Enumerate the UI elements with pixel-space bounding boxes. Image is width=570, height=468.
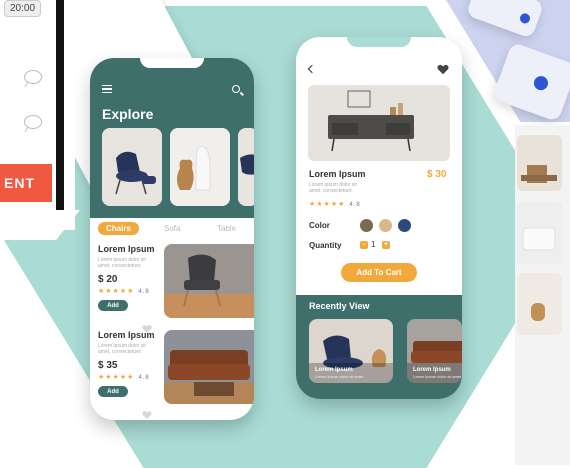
chat-bubble-icon bbox=[24, 70, 42, 84]
showcase-canvas: 20:00 ENT Explore Chairs Sofa Table Lore… bbox=[0, 0, 570, 468]
recent-item-desc: Lorem ipsum dolor sit amet bbox=[413, 374, 462, 379]
add-button[interactable]: Add bbox=[98, 300, 128, 311]
chat-bubble-icon bbox=[24, 115, 42, 129]
stars-text: ★★★★★ bbox=[98, 288, 135, 295]
color-swatch-brown[interactable] bbox=[360, 219, 373, 232]
color-swatch-tan[interactable] bbox=[379, 219, 392, 232]
recent-item[interactable]: Lorem Ipsum Lorem ipsum dolor sit amet bbox=[407, 319, 462, 383]
color-swatch-navy[interactable] bbox=[398, 219, 411, 232]
detail-phone: Lorem Ipsum $ 30 Lorem ipsum dolor sit a… bbox=[296, 37, 462, 399]
recent-item-name: Lorem Ipsum bbox=[413, 367, 451, 373]
time-label: 20:00 bbox=[4, 0, 42, 17]
color-label: Color bbox=[309, 221, 330, 230]
search-icon[interactable] bbox=[232, 85, 240, 93]
menu-icon[interactable] bbox=[102, 85, 112, 93]
recent-item-name: Lorem Ipsum bbox=[315, 367, 353, 373]
stars-text: ★★★★★ bbox=[98, 374, 135, 381]
quantity-minus-button[interactable]: - bbox=[360, 241, 368, 249]
tab-sofa[interactable]: Sofa bbox=[164, 224, 180, 233]
quantity-label: Quantity bbox=[309, 241, 342, 250]
partial-banner: ENT bbox=[0, 164, 52, 202]
tab-chairs[interactable]: Chairs bbox=[98, 222, 139, 235]
quantity-plus-button[interactable]: + bbox=[382, 241, 390, 249]
product-price: $ 30 bbox=[427, 169, 447, 180]
page-title: Explore bbox=[102, 106, 154, 122]
side-thumbnail bbox=[517, 202, 562, 264]
explore-phone: Explore Chairs Sofa Table Lorem Ipsum Lo… bbox=[90, 58, 254, 420]
recent-item[interactable]: Lorem Ipsum Lorem ipsum dolor sit amet bbox=[309, 319, 393, 383]
tab-table[interactable]: Table bbox=[217, 224, 236, 233]
heart-icon[interactable] bbox=[142, 410, 152, 420]
rating-stars: ★★★★★ 4.8 bbox=[309, 200, 361, 208]
banner-text: ENT bbox=[4, 175, 35, 191]
quantity-value: 1 bbox=[371, 240, 376, 249]
product-image bbox=[164, 244, 254, 318]
product-name: Lorem Ipsum bbox=[309, 169, 366, 179]
category-tabs: Chairs Sofa Table bbox=[90, 218, 254, 240]
product-image bbox=[164, 330, 254, 404]
heart-icon[interactable] bbox=[437, 64, 449, 75]
product-description: Lorem ipsum dolor sit amet, consectetuer… bbox=[98, 343, 146, 355]
back-arrow-icon[interactable] bbox=[307, 64, 317, 74]
rating-value: 4.8 bbox=[349, 202, 361, 208]
stars-text: ★★★★★ bbox=[309, 201, 346, 208]
rating-value: 4.8 bbox=[138, 375, 150, 381]
recently-viewed-section: Recently View Lorem Ipsum Lorem ipsum do… bbox=[296, 295, 462, 399]
category-tile-chair[interactable] bbox=[102, 128, 162, 206]
category-tile-vase[interactable] bbox=[170, 128, 230, 206]
recent-item-desc: Lorem ipsum dolor sit amet bbox=[315, 374, 364, 379]
add-button[interactable]: Add bbox=[98, 386, 128, 397]
product-description: Lorem ipsum dolor sit amet, consectetuer… bbox=[309, 182, 357, 194]
add-to-cart-button[interactable]: Add To Cart bbox=[341, 263, 417, 282]
product-description: Lorem ipsum dolor sit amet, consectetuer… bbox=[98, 257, 146, 269]
category-tile-partial[interactable] bbox=[238, 128, 254, 206]
side-thumbnail bbox=[517, 273, 562, 335]
rating-value: 4.8 bbox=[138, 289, 150, 295]
left-bg-phone-edge bbox=[56, 0, 64, 216]
recent-title: Recently View bbox=[309, 301, 370, 311]
product-hero-image bbox=[308, 85, 450, 161]
side-thumbnail bbox=[517, 135, 562, 191]
